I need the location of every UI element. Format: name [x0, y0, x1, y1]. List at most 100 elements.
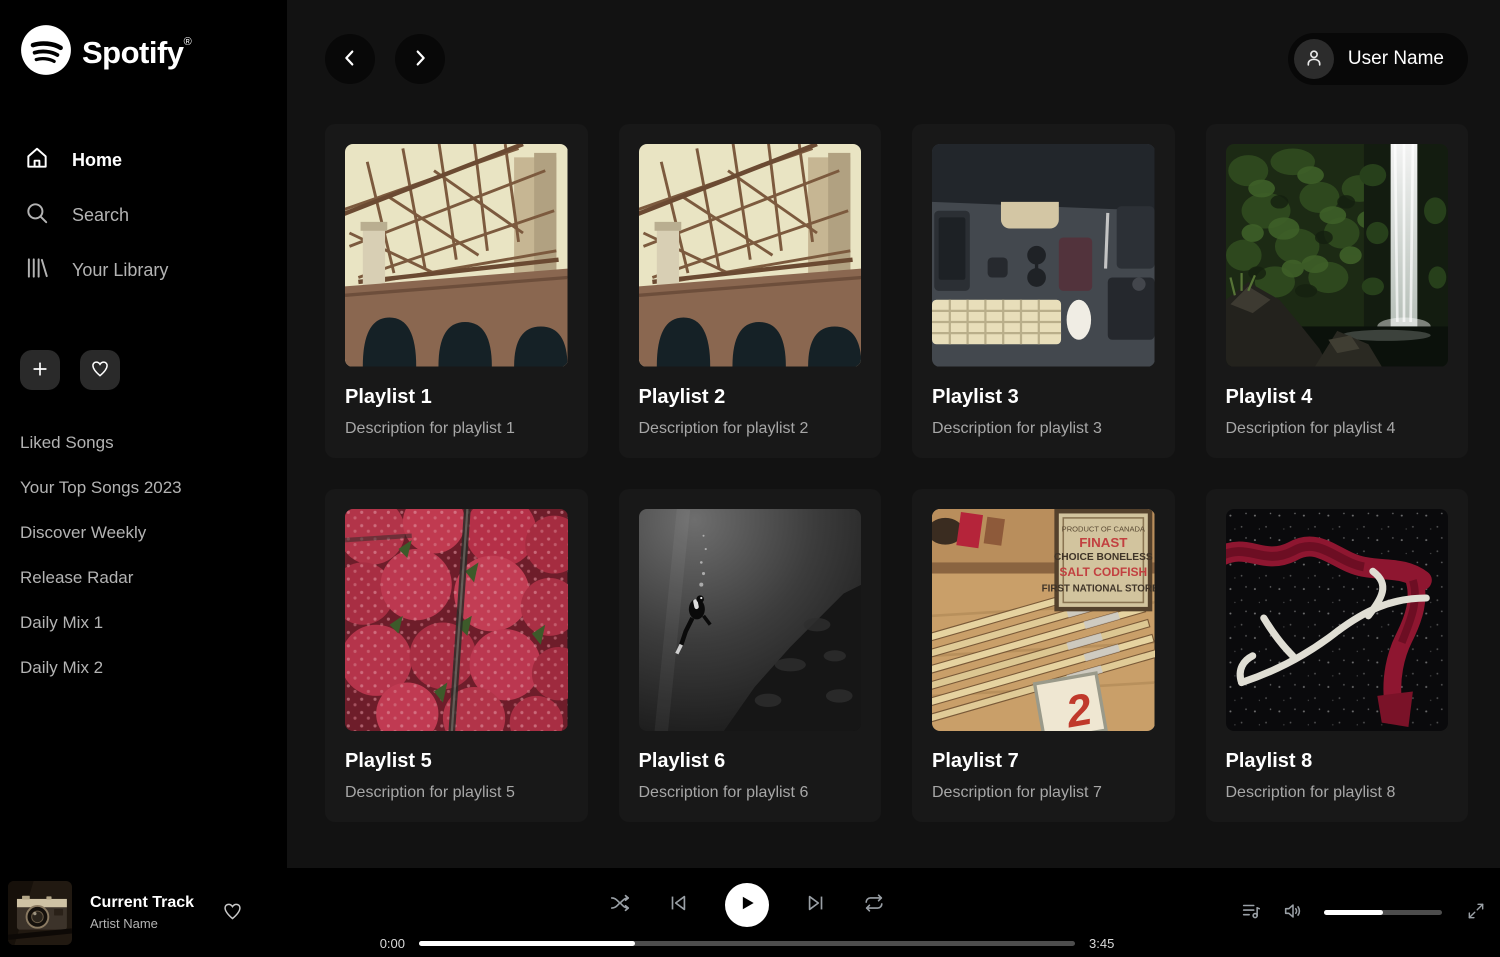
previous-track-button[interactable]: [667, 892, 689, 917]
queue-icon: [1240, 900, 1262, 925]
skip-forward-icon: [805, 892, 827, 917]
playlist-card-6[interactable]: Playlist 6 Description for playlist 6: [619, 489, 882, 823]
spotify-logo[interactable]: Spotify®: [20, 24, 267, 81]
spotify-app: Spotify® Home Search: [0, 0, 1500, 957]
sidebar-playlist-link[interactable]: Liked Songs: [20, 420, 267, 465]
playlist-card-2[interactable]: Playlist 2 Description for playlist 2: [619, 124, 882, 458]
volume-slider[interactable]: [1324, 910, 1442, 915]
expand-icon: [1466, 901, 1486, 924]
playlist-cover-image: [639, 509, 862, 732]
sidebar-playlist-link[interactable]: Discover Weekly: [20, 510, 267, 555]
playlist-cover-image: [639, 144, 862, 367]
current-track-title: Current Track: [90, 894, 194, 912]
playlist-description: Description for playlist 8: [1226, 784, 1449, 802]
volume-icon: [1282, 900, 1304, 925]
volume-fill: [1324, 910, 1383, 915]
player-secondary-controls: [1156, 900, 1486, 925]
chevron-left-icon: [339, 47, 361, 72]
person-icon: [1303, 47, 1325, 72]
sidebar-item-label: Home: [72, 150, 122, 171]
queue-button[interactable]: [1240, 900, 1262, 925]
playlist-description: Description for playlist 3: [932, 420, 1155, 438]
playlist-card-1[interactable]: Playlist 1 Description for playlist 1: [325, 124, 588, 458]
like-track-button[interactable]: [222, 901, 243, 925]
playlist-cover-image: [1226, 144, 1449, 367]
elapsed-time: 0:00: [371, 936, 405, 951]
playlist-title: Playlist 2: [639, 386, 862, 409]
playlist-card-3[interactable]: Playlist 3 Description for playlist 3: [912, 124, 1175, 458]
svg-text:FINAST: FINAST: [1079, 534, 1127, 549]
album-art: [8, 881, 72, 945]
playlist-description: Description for playlist 4: [1226, 420, 1449, 438]
playlist-title: Playlist 1: [345, 386, 568, 409]
sidebar-playlist-link[interactable]: Daily Mix 2: [20, 645, 267, 690]
sidebar-playlist-link[interactable]: Release Radar: [20, 555, 267, 600]
sidebar-item-label: Your Library: [72, 260, 168, 281]
shuffle-icon: [609, 892, 631, 917]
sidebar-item-your-library[interactable]: Your Library: [20, 243, 267, 298]
user-menu-button[interactable]: User Name: [1288, 33, 1468, 85]
playlist-title: Playlist 8: [1226, 750, 1449, 773]
brand-name: Spotify®: [82, 35, 191, 71]
heart-icon: [222, 910, 243, 925]
svg-text:CHOICE BONELESS: CHOICE BONELESS: [1054, 552, 1153, 563]
player-bar: Current Track Artist Name: [0, 868, 1500, 957]
topbar: User Name: [287, 0, 1500, 85]
repeat-icon: [863, 892, 885, 917]
user-name: User Name: [1348, 48, 1444, 70]
progress-bar[interactable]: [419, 941, 1075, 946]
fullscreen-button[interactable]: [1466, 901, 1486, 924]
playlist-grid: Playlist 1 Description for playlist 1: [287, 85, 1500, 822]
playlist-cover-image: [345, 509, 568, 732]
now-playing: Current Track Artist Name: [8, 881, 338, 945]
repeat-button[interactable]: [863, 892, 885, 917]
playlist-description: Description for playlist 1: [345, 420, 568, 438]
avatar: [1294, 39, 1334, 79]
skip-back-icon: [667, 892, 689, 917]
play-button[interactable]: [725, 883, 769, 927]
nav-back-button[interactable]: [325, 34, 375, 84]
play-icon: [737, 893, 757, 916]
playlist-card-7[interactable]: PRODUCT OF CANADA FINAST CHOICE BONELESS…: [912, 489, 1175, 823]
playlist-cover-image: [932, 144, 1155, 367]
nav-forward-button[interactable]: [395, 34, 445, 84]
svg-text:PRODUCT OF CANADA: PRODUCT OF CANADA: [1062, 524, 1146, 533]
playlist-title: Playlist 3: [932, 386, 1155, 409]
chevron-right-icon: [409, 47, 431, 72]
next-track-button[interactable]: [805, 892, 827, 917]
playlist-card-4[interactable]: Playlist 4 Description for playlist 4: [1206, 124, 1469, 458]
sidebar-item-home[interactable]: Home: [20, 133, 267, 188]
plus-icon: [30, 359, 50, 382]
total-duration: 3:45: [1089, 936, 1123, 951]
svg-text:SALT CODFISH: SALT CODFISH: [1059, 564, 1147, 578]
playlist-description: Description for playlist 6: [639, 784, 862, 802]
sidebar-playlist-link[interactable]: Your Top Songs 2023: [20, 465, 267, 510]
sidebar-item-label: Search: [72, 205, 129, 226]
player-controls: 0:00 3:45: [338, 875, 1156, 951]
playlist-cover-image: [345, 144, 568, 367]
spotify-logo-icon: [20, 24, 72, 81]
sidebar-playlist-link[interactable]: Daily Mix 1: [20, 600, 267, 645]
playlist-title: Playlist 6: [639, 750, 862, 773]
svg-text:FIRST NATIONAL STORES: FIRST NATIONAL STORES: [1042, 583, 1155, 594]
sidebar-playlist-list: Liked Songs Your Top Songs 2023 Discover…: [20, 420, 267, 690]
playlist-title: Playlist 5: [345, 750, 568, 773]
main-content: User Name: [287, 0, 1500, 868]
library-icon: [24, 255, 50, 286]
current-track-artist: Artist Name: [90, 916, 194, 931]
shuffle-button[interactable]: [609, 892, 631, 917]
playlist-card-8[interactable]: Playlist 8 Description for playlist 8: [1206, 489, 1469, 823]
playlist-title: Playlist 7: [932, 750, 1155, 773]
create-playlist-button[interactable]: [20, 350, 60, 390]
search-icon: [24, 200, 50, 231]
playlist-description: Description for playlist 7: [932, 784, 1155, 802]
heart-icon: [90, 359, 110, 382]
liked-songs-button[interactable]: [80, 350, 120, 390]
volume-button[interactable]: [1282, 900, 1304, 925]
progress-fill: [419, 941, 635, 946]
playlist-card-5[interactable]: Playlist 5 Description for playlist 5: [325, 489, 588, 823]
playlist-title: Playlist 4: [1226, 386, 1449, 409]
sidebar: Spotify® Home Search: [0, 0, 287, 868]
sidebar-item-search[interactable]: Search: [20, 188, 267, 243]
playlist-cover-image: PRODUCT OF CANADA FINAST CHOICE BONELESS…: [932, 509, 1155, 732]
